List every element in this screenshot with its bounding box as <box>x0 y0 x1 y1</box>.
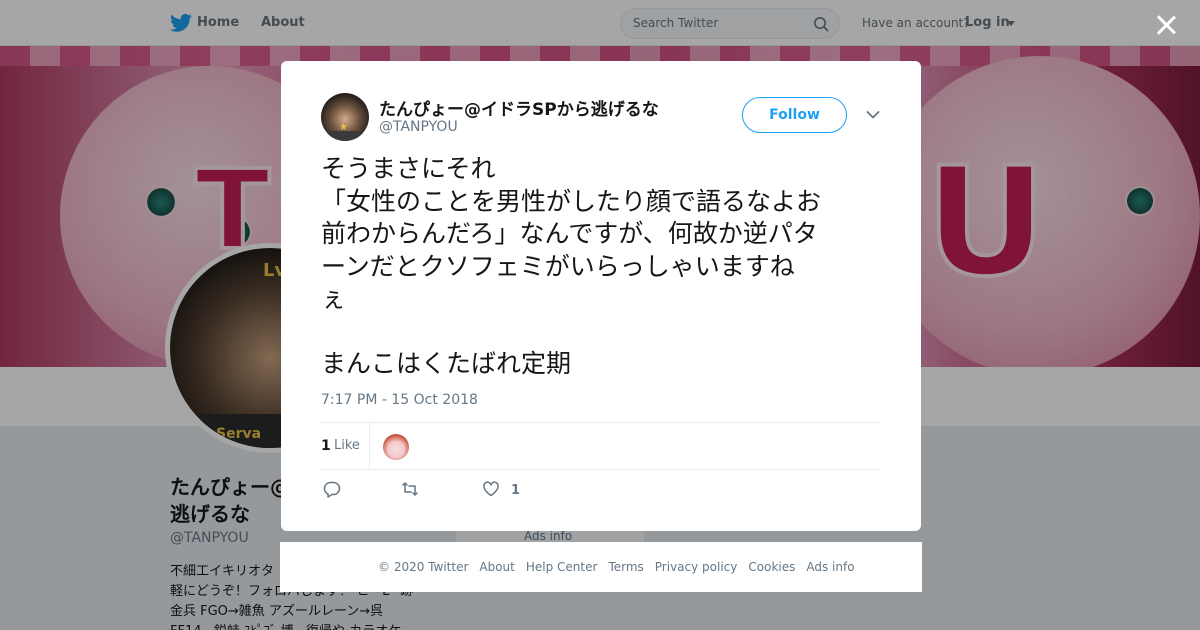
tweet-author-handle[interactable]: @TANPYOU <box>379 119 458 135</box>
star-icon: ★ <box>339 122 348 133</box>
reply-button[interactable] <box>323 480 341 500</box>
tweet-author-name[interactable]: たんぴょー@イドラSPから逃げるな <box>379 95 659 120</box>
footer-links: © 2020 Twitter About Help Center Terms P… <box>378 560 855 574</box>
chevron-down-icon[interactable] <box>866 110 880 120</box>
footer: © 2020 Twitter About Help Center Terms P… <box>280 542 922 592</box>
heart-icon <box>483 481 499 497</box>
footer-link-cookies[interactable]: Cookies <box>748 560 795 574</box>
tweet-line: 「女性のことを男性がしたり顔で語るなよお <box>321 186 822 216</box>
tweet-line: 前わからんだろ」なんですが、何故か逆パタ <box>321 219 818 248</box>
retweet-button[interactable] <box>401 480 419 500</box>
tweet-line: ぇ <box>321 284 347 313</box>
tweet-text: そうまさにそれ 「女性のことを男性がしたり顔で語るなよお 前わからんだろ」なんで… <box>321 153 886 380</box>
stats-divider <box>369 423 370 470</box>
like-count-stat[interactable]: 1 <box>321 438 331 454</box>
footer-link-about[interactable]: About <box>479 560 514 574</box>
tweet-line: ーンだとクソフェミがいらっしゃいますね <box>321 251 795 281</box>
like-button[interactable] <box>482 480 500 500</box>
footer-link-help-center[interactable]: Help Center <box>526 560 598 574</box>
footer-link-ads-info[interactable]: Ads info <box>806 560 854 574</box>
tweet-line: そうまさにそれ <box>321 154 496 183</box>
tweet-line-gap <box>321 316 886 348</box>
footer-link-terms[interactable]: Terms <box>608 560 643 574</box>
footer-copyright: © 2020 Twitter <box>378 560 469 574</box>
retweet-icon <box>402 482 418 496</box>
tweet-modal: ★ たんぴょー@イドラSPから逃げるな @TANPYOU Follow そうまさ… <box>281 61 921 531</box>
footer-link-privacy[interactable]: Privacy policy <box>655 560 738 574</box>
close-icon[interactable] <box>1154 13 1178 37</box>
like-label[interactable]: Like <box>334 438 360 453</box>
liker-avatar[interactable] <box>383 434 409 460</box>
tweet-line: まんこはくたばれ定期 <box>321 348 572 378</box>
follow-button[interactable]: Follow <box>742 97 847 133</box>
reply-icon <box>323 481 341 498</box>
like-action-count: 1 <box>511 483 521 498</box>
tweet-timestamp[interactable]: 7:17 PM - 15 Oct 2018 <box>321 392 478 408</box>
tweet-stats: 1 Like <box>321 422 881 470</box>
tweet-author-avatar[interactable]: ★ <box>321 93 369 141</box>
